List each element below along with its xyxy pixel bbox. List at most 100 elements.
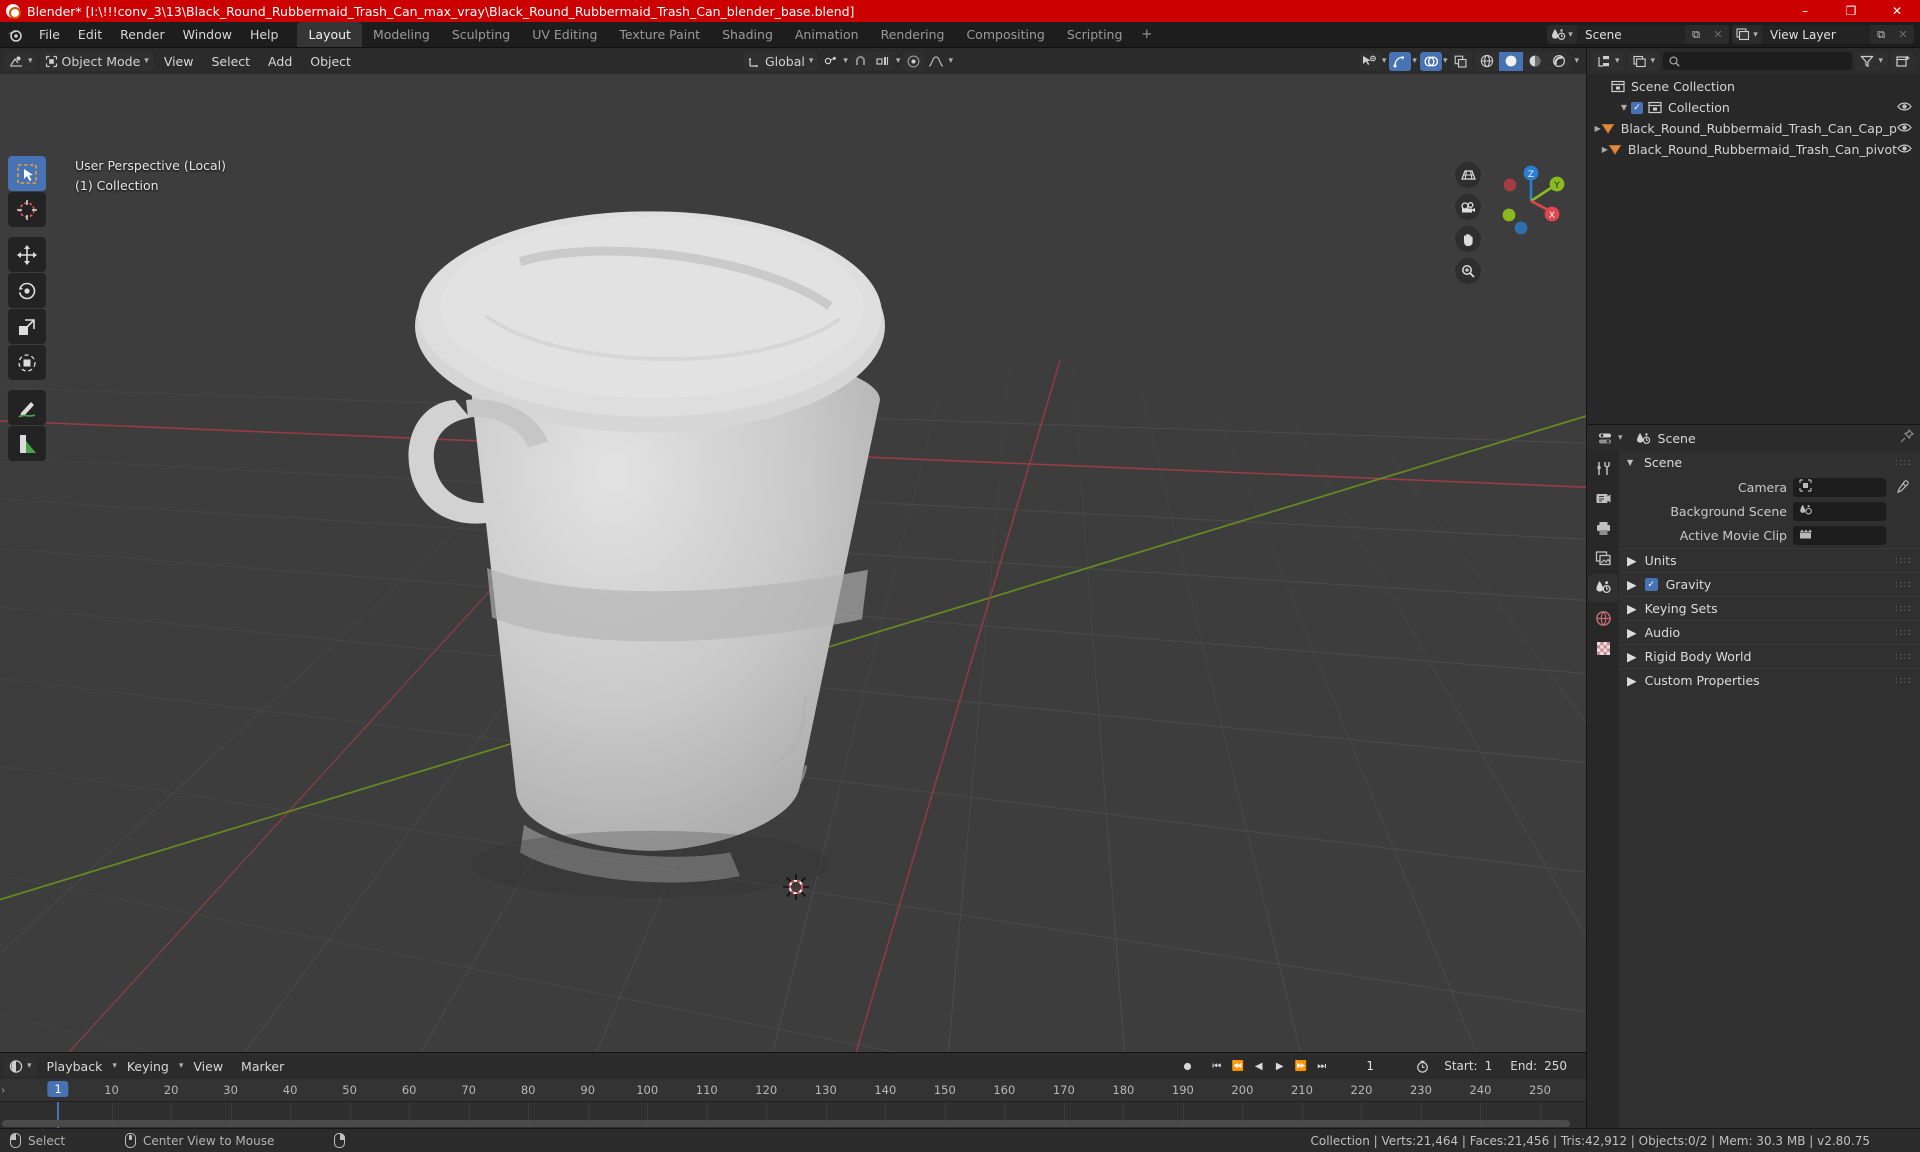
timeline-sidebar-toggle-icon[interactable]: › [1,1084,5,1097]
use-preview-range-icon[interactable] [1410,1056,1436,1076]
outliner-row[interactable]: ▶ Black_Round_Rubbermaid_Trash_Can_pivot [1587,139,1920,160]
tab-rendering[interactable]: Rendering [870,22,956,47]
outliner-row[interactable]: ▼ ✓ Collection [1587,97,1920,118]
previous-keyframe-button[interactable]: ⏪ [1227,1057,1248,1076]
shading-wireframe-button[interactable] [1475,52,1499,71]
visibility-eye-icon[interactable] [1897,122,1912,136]
annotate-tool[interactable] [8,390,46,425]
next-keyframe-button[interactable]: ⏩ [1290,1057,1311,1076]
end-frame-field[interactable]: End: 250 [1501,1056,1576,1076]
menu-edit[interactable]: Edit [69,22,111,47]
tab-texture-paint[interactable]: Texture Paint [608,22,711,47]
timeline-ruler[interactable]: › 10 20 30 40 50 60 70 80 90 100 110 120 130 140 150 16… [0,1079,1586,1102]
properties-tab-scene[interactable] [1588,574,1618,602]
camera-eyedropper-button[interactable] [1892,480,1912,494]
scene-panel-header[interactable]: ▼ Scene :::: [1619,451,1920,474]
visibility-eye-icon[interactable] [1897,143,1912,157]
timeline-scrollbar[interactable] [0,1120,1572,1127]
properties-tab-view-layer[interactable] [1588,544,1618,572]
blender-menu-icon[interactable] [0,22,30,47]
disclosure-triangle-icon[interactable]: ▼ [1617,103,1631,112]
start-frame-field[interactable]: Start: 1 [1435,1056,1502,1076]
zoom-icon[interactable] [1455,258,1481,284]
scene-selector[interactable]: ▾ Scene ⧉ ✕ [1547,25,1729,44]
properties-subpanel[interactable]: ▶ Custom Properties:::: [1619,668,1920,692]
3d-viewport[interactable]: User Perspective (Local) (1) Collection [0,74,1586,1052]
properties-subpanel[interactable]: ▶ Audio:::: [1619,620,1920,644]
menu-file[interactable]: File [30,22,69,47]
play-button[interactable]: ▶ [1269,1057,1290,1076]
close-button[interactable]: ✕ [1874,0,1920,22]
grid-icon[interactable] [1455,162,1481,188]
current-frame-field[interactable]: 1 [1334,1056,1407,1076]
tab-modeling[interactable]: Modeling [362,22,441,47]
properties-tab-tool[interactable] [1588,454,1618,482]
timeline-menu-view[interactable]: View [185,1057,231,1076]
timeline-menu-playback[interactable]: Playback [39,1057,111,1076]
properties-subpanel[interactable]: ▶ Units:::: [1619,548,1920,572]
camera-icon[interactable] [1455,194,1481,220]
timeline-menu-keying[interactable]: Keying [119,1057,177,1076]
playhead-frame-badge[interactable]: 1 [47,1081,69,1097]
tab-shading[interactable]: Shading [711,22,784,47]
falloff-curve-icon[interactable] [925,52,947,71]
tab-animation[interactable]: Animation [784,22,870,47]
viewport-menu-add[interactable]: Add [260,52,300,71]
timeline-scroll-thumb[interactable] [2,1120,1570,1127]
new-view-layer-button[interactable]: ⧉ [1870,25,1892,44]
timeline-menu-marker[interactable]: Marker [233,1057,292,1076]
proportional-edit-icon[interactable] [902,51,925,71]
view-layer-name[interactable]: View Layer [1762,25,1870,44]
transform-orientation-selector[interactable]: Global ▾ [742,51,819,71]
editor-type-selector[interactable]: ▾ [4,51,38,71]
xray-toggle-icon[interactable] [1450,51,1473,71]
outliner-row[interactable]: Scene Collection [1587,76,1920,97]
background-scene-field[interactable] [1793,501,1886,521]
jump-to-end-button[interactable]: ⏭ [1311,1057,1332,1076]
measure-tool[interactable] [8,426,46,461]
outliner-display-mode-selector[interactable]: ▾ [1627,51,1661,71]
add-workspace-button[interactable]: + [1133,22,1160,47]
scene-name[interactable]: Scene [1577,25,1685,44]
properties-subpanel[interactable]: ▶ ✓ Gravity:::: [1619,572,1920,596]
subpanel-checkbox[interactable]: ✓ [1644,578,1658,591]
rotate-tool[interactable] [8,273,46,308]
auto-keying-button[interactable] [1174,1056,1201,1076]
show-gizmo-icon[interactable] [1389,51,1412,71]
camera-field[interactable] [1793,477,1886,497]
properties-tab-render[interactable] [1588,484,1618,512]
active-movie-clip-field[interactable] [1793,525,1886,545]
interaction-mode-selector[interactable]: Object Mode ▾ [39,51,154,71]
unlink-scene-button[interactable]: ✕ [1707,25,1729,44]
pivot-point-icon[interactable] [820,52,842,71]
visibility-eye-icon[interactable] [1897,101,1912,115]
tab-scripting[interactable]: Scripting [1056,22,1134,47]
tab-sculpting[interactable]: Sculpting [441,22,521,47]
show-overlays-icon[interactable] [1419,51,1442,71]
cursor-tool[interactable] [8,192,46,227]
properties-editor-type-selector[interactable]: ▾ [1593,428,1628,448]
tab-uv-editing[interactable]: UV Editing [521,22,608,47]
menu-render[interactable]: Render [111,22,174,47]
timeline-body[interactable] [0,1102,1586,1128]
transform-tool[interactable] [8,345,46,380]
shading-material-preview-button[interactable] [1523,52,1547,71]
menu-help[interactable]: Help [241,22,288,47]
maximize-button[interactable]: ❐ [1828,0,1874,22]
properties-tab-world[interactable] [1588,604,1618,632]
new-scene-button[interactable]: ⧉ [1685,25,1707,44]
properties-tab-texture[interactable] [1588,634,1618,662]
outliner-row[interactable]: ▶ Black_Round_Rubbermaid_Trash_Can_Cap_p [1587,118,1920,139]
shading-rendered-button[interactable] [1547,52,1571,71]
viewport-menu-view[interactable]: View [156,52,202,71]
outliner-search-input[interactable] [1663,52,1853,70]
view-layer-selector[interactable]: ▾ View Layer ⧉ ✕ [1732,25,1914,44]
outliner-tree[interactable]: Scene Collection ▼ ✓ Collection ▶ Black_Round… [1587,74,1920,424]
timeline-editor-type-selector[interactable]: ▾ [4,1056,37,1076]
properties-subpanel[interactable]: ▶ Keying Sets:::: [1619,596,1920,620]
jump-to-start-button[interactable]: ⏮ [1206,1057,1227,1076]
pin-id-button[interactable] [1900,428,1915,447]
object-visibility-icon[interactable] [1358,51,1381,71]
tab-compositing[interactable]: Compositing [955,22,1055,47]
select-box-tool[interactable] [8,156,46,191]
